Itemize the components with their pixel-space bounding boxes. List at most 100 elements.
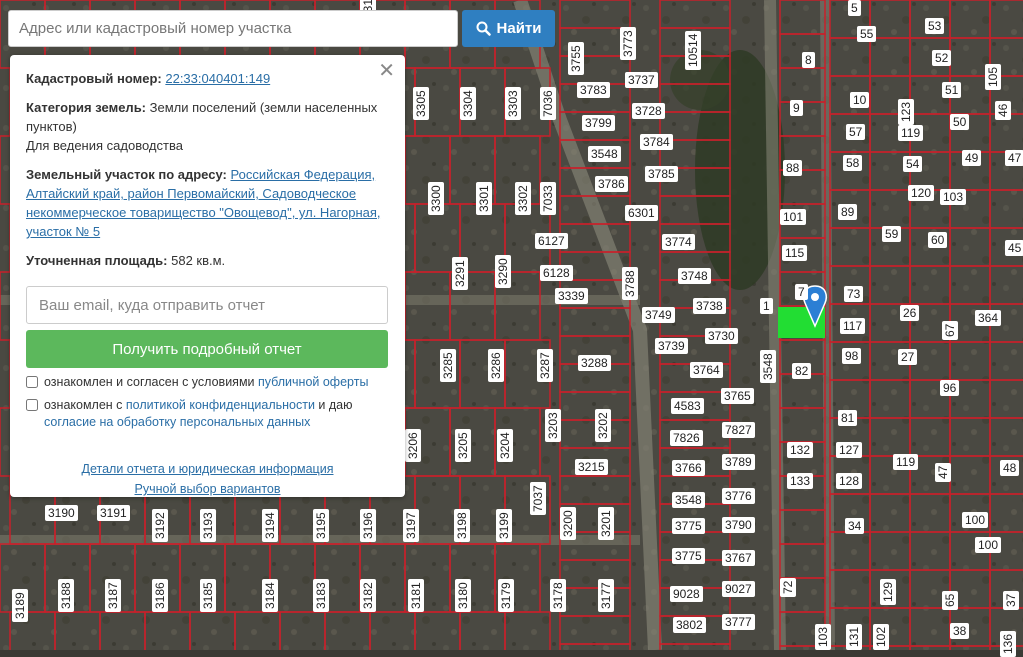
plot-number-label[interactable]: 48 — [1000, 460, 1020, 476]
plot-number-label[interactable]: 3287 — [537, 349, 553, 382]
plot-number-label[interactable]: 3785 — [645, 166, 678, 182]
plot-number-label[interactable]: 119 — [893, 454, 919, 470]
plot-number-label[interactable]: 3197 — [403, 509, 419, 542]
plot-number-label[interactable]: 3773 — [620, 27, 636, 60]
plot-number-label[interactable]: 3184 — [262, 579, 278, 612]
plot-number-label[interactable]: 136 — [1000, 630, 1016, 657]
plot-number-label[interactable]: 7033 — [540, 182, 556, 215]
plot-number-label[interactable]: 100 — [962, 512, 989, 528]
plot-number-label[interactable]: 8 — [802, 52, 815, 68]
plot-number-label[interactable]: 3749 — [642, 307, 675, 323]
plot-number-label[interactable]: 3286 — [488, 349, 504, 382]
plot-number-label[interactable]: 3301 — [476, 182, 492, 215]
plot-number-label[interactable]: 3548 — [760, 350, 776, 383]
plot-number-label[interactable]: 3202 — [595, 409, 611, 442]
plot-number-label[interactable]: 37 — [1003, 590, 1019, 610]
plot-number-label[interactable]: 364 — [975, 310, 1002, 326]
plot-number-label[interactable]: 3185 — [200, 579, 216, 612]
plot-number-label[interactable]: 3188 — [58, 579, 74, 612]
plot-number-label[interactable]: 6301 — [625, 205, 658, 221]
plot-number-label[interactable]: 103 — [940, 189, 967, 205]
plot-number-label[interactable]: 3304 — [460, 87, 476, 120]
plot-number-label[interactable]: 3190 — [45, 505, 78, 521]
plot-number-label[interactable]: 128 — [836, 473, 863, 489]
plot-number-label[interactable]: 3305 — [413, 87, 429, 120]
plot-number-label[interactable]: 3206 — [405, 429, 421, 462]
plot-number-label[interactable]: 98 — [842, 348, 862, 364]
plot-number-label[interactable]: 3215 — [575, 459, 608, 475]
plot-number-label[interactable]: 3802 — [673, 617, 706, 633]
get-report-button[interactable]: Получить подробный отчет — [26, 330, 388, 368]
public-offer-link[interactable]: публичной оферты — [258, 375, 368, 389]
plot-number-label[interactable]: 3285 — [440, 349, 456, 382]
plot-number-label[interactable]: 46 — [995, 100, 1011, 120]
plot-number-label[interactable]: 3775 — [672, 548, 705, 564]
plot-number-label[interactable]: 67 — [942, 320, 958, 340]
plot-number-label[interactable]: 5 — [848, 0, 861, 16]
privacy-policy-link[interactable]: политикой конфиденциальности — [126, 398, 315, 412]
plot-number-label[interactable]: 131 — [846, 623, 862, 650]
plot-number-label[interactable]: 9028 — [670, 586, 703, 602]
plot-number-label[interactable]: 88 — [783, 160, 803, 176]
plot-number-label[interactable]: 7826 — [670, 430, 703, 446]
plot-number-label[interactable]: 3288 — [578, 355, 611, 371]
plot-number-label[interactable]: 3193 — [200, 509, 216, 542]
plot-number-label[interactable]: 3764 — [690, 362, 723, 378]
manual-selection-link[interactable]: Ручной выбор вариантов — [135, 482, 281, 496]
plot-number-label[interactable]: 3788 — [622, 267, 638, 300]
plot-number-label[interactable]: 3738 — [693, 298, 726, 314]
plot-number-label[interactable]: 3179 — [498, 579, 514, 612]
plot-number-label[interactable]: 117 — [840, 318, 866, 334]
plot-number-label[interactable]: 3739 — [655, 338, 688, 354]
plot-number-label[interactable]: 10514 — [685, 30, 701, 70]
plot-number-label[interactable]: 38 — [950, 623, 970, 639]
plot-number-label[interactable]: 100 — [975, 537, 1002, 553]
plot-number-label[interactable]: 6127 — [535, 233, 568, 249]
plot-number-label[interactable]: 103 — [815, 623, 831, 650]
plot-number-label[interactable]: 57 — [846, 124, 866, 140]
plot-number-label[interactable]: 3200 — [560, 507, 576, 540]
plot-number-label[interactable]: 3177 — [598, 579, 614, 612]
plot-number-label[interactable]: 82 — [792, 363, 812, 379]
plot-number-label[interactable]: 45 — [1005, 240, 1023, 256]
plot-number-label[interactable]: 123 — [898, 98, 914, 125]
plot-number-label[interactable]: 3767 — [722, 550, 755, 566]
email-field[interactable] — [26, 286, 388, 324]
plot-number-label[interactable]: 115 — [782, 245, 808, 261]
privacy-consent-checkbox-row[interactable]: ознакомлен с политикой конфиденциальност… — [26, 397, 389, 431]
plot-number-label[interactable]: 3196 — [360, 509, 376, 542]
plot-number-label[interactable]: 3799 — [582, 115, 615, 131]
plot-number-label[interactable]: 4583 — [671, 398, 704, 414]
report-details-link[interactable]: Детали отчета и юридическая информация — [82, 462, 334, 476]
plot-number-label[interactable]: 3198 — [454, 509, 470, 542]
plot-number-label[interactable]: 3205 — [455, 429, 471, 462]
offer-consent-checkbox[interactable] — [26, 376, 38, 388]
plot-number-label[interactable]: 3178 — [550, 579, 566, 612]
plot-number-label[interactable]: 58 — [843, 155, 863, 171]
plot-number-label[interactable]: 96 — [940, 380, 960, 396]
plot-number-label[interactable]: 3783 — [577, 82, 610, 98]
plot-number-label[interactable]: 105 — [985, 63, 1001, 90]
plot-number-label[interactable]: 127 — [836, 442, 863, 458]
plot-number-label[interactable]: 3737 — [625, 72, 658, 88]
plot-number-label[interactable]: 3766 — [672, 460, 705, 476]
plot-number-label[interactable]: 34 — [845, 518, 865, 534]
plot-number-label[interactable]: 7036 — [540, 87, 556, 120]
plot-number-label[interactable]: 3199 — [496, 509, 512, 542]
plot-number-label[interactable]: 101 — [780, 209, 807, 225]
plot-number-label[interactable]: 3765 — [721, 388, 754, 404]
plot-number-label[interactable]: 49 — [962, 150, 982, 166]
plot-number-label[interactable]: 10 — [850, 92, 870, 108]
plot-number-label[interactable]: 3790 — [722, 517, 755, 533]
plot-number-label[interactable]: 55 — [857, 26, 877, 42]
plot-number-label[interactable]: 3303 — [505, 87, 521, 120]
plot-number-label[interactable]: 3192 — [152, 509, 168, 542]
plot-number-label[interactable]: 3181 — [408, 579, 424, 612]
plot-number-label[interactable]: 3302 — [515, 182, 531, 215]
plot-number-label[interactable]: 3201 — [598, 507, 614, 540]
plot-number-label[interactable]: 59 — [882, 226, 902, 242]
plot-number-label[interactable]: 7037 — [530, 482, 546, 515]
plot-number-label[interactable]: 3728 — [632, 103, 665, 119]
plot-number-label[interactable]: 9027 — [722, 581, 755, 597]
data-processing-consent-link[interactable]: согласие на обработку персональных данны… — [44, 415, 310, 429]
